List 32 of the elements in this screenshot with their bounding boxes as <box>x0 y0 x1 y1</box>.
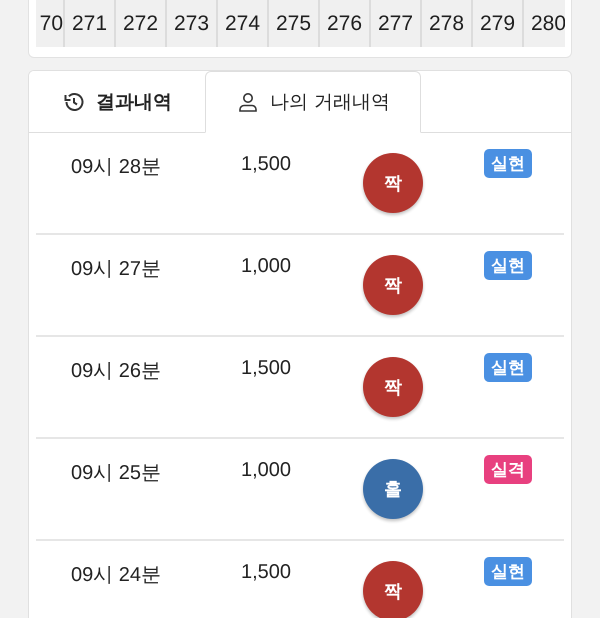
result-badge: 실현 <box>484 557 532 586</box>
result-badge: 실격 <box>484 455 532 484</box>
round-number: 279 <box>473 0 524 47</box>
round-number: 274 <box>218 0 269 47</box>
round-number: 272 <box>116 0 167 47</box>
amount-text: 1,000 <box>241 458 292 482</box>
round-number: 70 <box>36 0 65 47</box>
result-badge: 실현 <box>484 353 532 382</box>
round-number: 271 <box>65 0 116 47</box>
pick-ball: 짝 <box>363 357 423 417</box>
tab[interactable]: 나의 거래내역 <box>205 71 421 133</box>
pick-ball: 짝 <box>363 153 423 213</box>
pick-ball: 홀 <box>363 459 423 519</box>
round-number: 276 <box>320 0 371 47</box>
amount-text: 1,500 <box>241 152 292 176</box>
round-number: 280 <box>524 0 565 47</box>
amount-text: 1,500 <box>241 356 292 380</box>
time-text: 09시 27분 <box>70 257 162 282</box>
result-badge: 실현 <box>484 251 532 280</box>
round-number: 278 <box>422 0 473 47</box>
amount-text: 1,500 <box>241 560 292 584</box>
amount-text: 1,000 <box>241 254 292 278</box>
round-number: 275 <box>269 0 320 47</box>
time-text: 09시 28분 <box>70 155 162 180</box>
time-text: 09시 25분 <box>70 461 162 486</box>
time-text: 09시 24분 <box>70 563 162 588</box>
pick-ball: 짝 <box>363 561 423 618</box>
result-badge: 실현 <box>484 149 532 178</box>
time-text: 09시 26분 <box>70 359 162 384</box>
round-number: 277 <box>371 0 422 47</box>
pick-ball: 짝 <box>363 255 423 315</box>
round-number: 273 <box>167 0 218 47</box>
